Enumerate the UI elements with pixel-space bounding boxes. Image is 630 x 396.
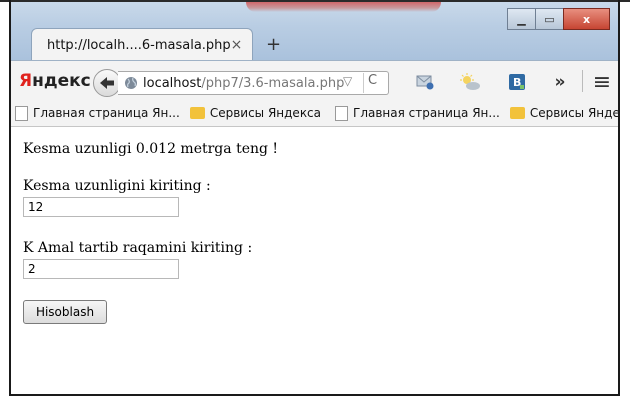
back-arrow-icon [100, 77, 114, 89]
translate-button[interactable]: B [506, 72, 528, 92]
bookmark-label: Главная страница Ян... [33, 106, 180, 120]
back-button[interactable] [93, 69, 121, 97]
tab-title: http://localh....6-masala.php [47, 37, 231, 53]
translate-icon: B [509, 74, 525, 90]
bookmark-item[interactable]: Сервисы Яндекса [189, 106, 322, 120]
url-path: /php7/3.6-masala.php [201, 75, 345, 91]
page-content: Kesma uzunligi 0.012 metrga teng ! Kesma… [11, 127, 618, 394]
tab-active[interactable]: http://localh....6-masala.php × [31, 28, 253, 61]
bookmark-label: Сервисы Яндекса [529, 106, 618, 120]
mail-button[interactable] [414, 72, 436, 92]
k-label: K Amal tartib raqamini kiriting : [23, 240, 253, 256]
address-bar[interactable]: localhost/php7/3.6-masala.php ▽ C [118, 71, 389, 95]
toolbar-separator [582, 70, 583, 92]
navigation-bar: Яндекс localhost/php7/3.6-masala.php ▽ C [11, 60, 618, 101]
mail-icon [416, 75, 434, 90]
hamburger-icon: ≡ [592, 69, 612, 95]
bookmark-item[interactable]: Главная страница Ян... [331, 105, 500, 121]
browser-window: ▁ ▭ x http://localh....6-masala.php × + … [11, 2, 618, 394]
calculate-button[interactable]: Hisoblash [23, 300, 107, 324]
overflow-button[interactable]: » [549, 72, 571, 92]
close-icon: x [582, 12, 591, 26]
minimize-icon: ▁ [517, 12, 526, 26]
overflow-icon: » [554, 72, 566, 92]
k-input[interactable]: 2 [23, 259, 179, 279]
maximize-button[interactable]: ▭ [535, 8, 564, 30]
bookmarks-bar: Главная страница Ян... Сервисы Яндекса Г… [11, 100, 618, 127]
folder-icon [509, 107, 525, 119]
title-bar: ▁ ▭ x http://localh....6-masala.php × + [11, 2, 618, 62]
length-input[interactable]: 12 [23, 197, 179, 217]
close-button[interactable]: x [563, 8, 610, 30]
maximize-icon: ▭ [544, 12, 555, 26]
minimize-button[interactable]: ▁ [507, 8, 536, 30]
url-dropdown-icon[interactable]: ▽ [343, 74, 352, 88]
weather-button[interactable] [459, 72, 481, 92]
result-text: Kesma uzunligi 0.012 metrga teng ! [23, 141, 279, 157]
yandex-logo[interactable]: Яндекс [19, 71, 91, 91]
title-glow [246, 2, 441, 12]
frame-left [9, 0, 11, 396]
page-icon [335, 105, 349, 121]
weather-icon [460, 73, 480, 90]
tab-close-icon[interactable]: × [231, 37, 243, 53]
bookmark-item[interactable]: Сервисы Яндекса [509, 106, 618, 120]
screenshot: ▁ ▭ x http://localh....6-masala.php × + … [0, 0, 630, 396]
reload-button[interactable]: C [368, 73, 377, 88]
length-label: Kesma uzunligini kiriting : [23, 178, 211, 194]
globe-icon [125, 77, 137, 89]
url-host: localhost [143, 75, 202, 91]
url-separator [363, 73, 364, 93]
bookmark-label: Главная страница Ян... [353, 106, 500, 120]
menu-button[interactable]: ≡ [591, 69, 613, 95]
frame-right [618, 0, 620, 396]
bookmark-item[interactable]: Главная страница Ян... [11, 105, 180, 121]
window-controls: ▁ ▭ x [507, 8, 610, 30]
bookmark-label: Сервисы Яндекса [209, 106, 322, 120]
new-tab-button[interactable]: + [266, 34, 281, 55]
folder-icon [189, 107, 205, 119]
page-icon [15, 105, 28, 121]
